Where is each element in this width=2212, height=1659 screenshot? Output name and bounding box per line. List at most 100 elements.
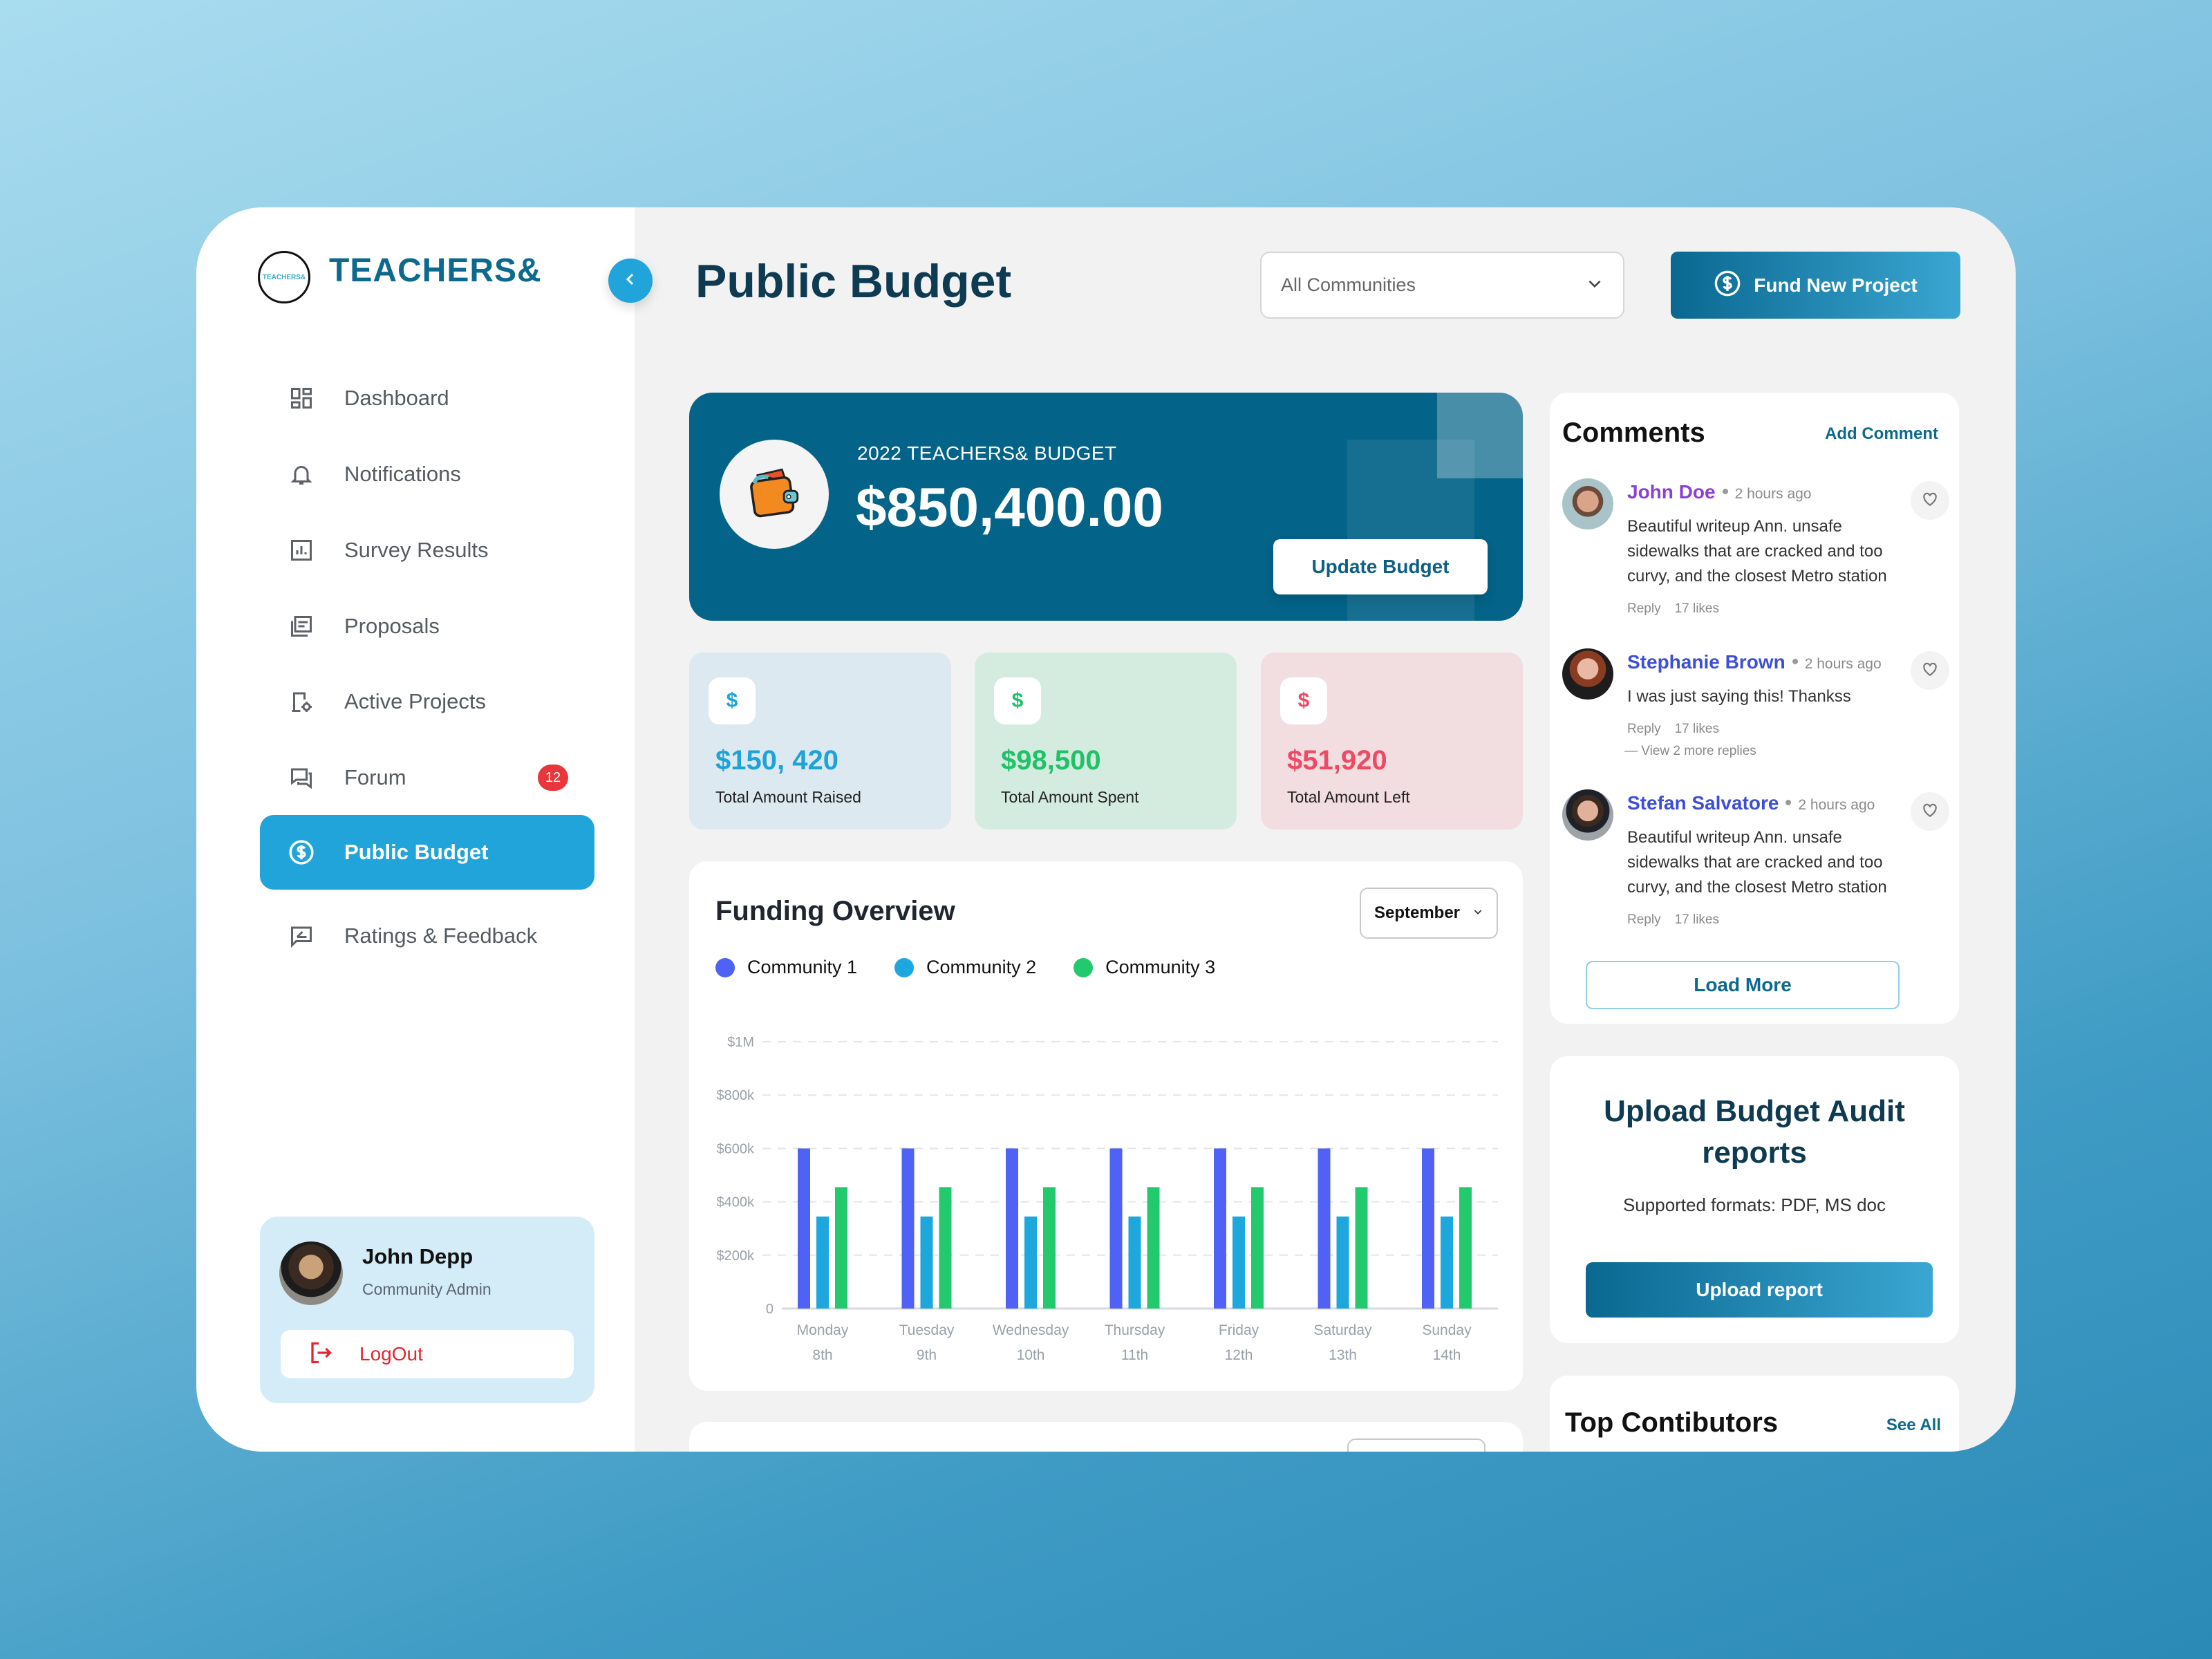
comment-header: Stephanie Brown 2 hours ago (1627, 651, 1882, 673)
likes-count: 17 likes (1674, 601, 1719, 616)
comment-item: Stephanie Brown 2 hours ago I was just s… (1562, 648, 1949, 766)
stat-value: $98,500 (1001, 745, 1101, 776)
update-budget-button[interactable]: Update Budget (1273, 539, 1488, 594)
budget-amount: $850,400.00 (856, 476, 1163, 538)
funding-bar-chart: 0 $200k $400k $600k $800k $1M Monday 8th Tuesday… (717, 1035, 1498, 1363)
brand-name: TEACHERS& (329, 252, 542, 289)
heart-icon (1921, 801, 1939, 823)
dollar-circle-icon (1714, 270, 1741, 301)
y-tick-label: $800k (717, 1088, 755, 1103)
bar-community-2 (1128, 1216, 1141, 1309)
dollar-icon: $ (1280, 677, 1327, 724)
comment-item: John Doe 2 hours ago Beautiful writeup A… (1562, 478, 1949, 624)
x-tick-label: Saturday (1313, 1322, 1372, 1338)
view-more-replies-link[interactable]: — View 2 more replies (1624, 744, 1756, 759)
dollar-icon: $ (994, 677, 1041, 724)
x-tick-label: Tuesday (899, 1322, 955, 1338)
sidebar-item-proposals[interactable]: Proposals (260, 589, 594, 664)
commenter-name[interactable]: Stefan Salvatore (1627, 792, 1779, 814)
funding-overview-card: Funding Overview September Community 1 Co… (689, 861, 1523, 1391)
comment-text: Beautiful writeup Ann. unsafe sidewalks … (1627, 828, 1887, 897)
commenter-name[interactable]: John Doe (1627, 481, 1716, 503)
x-tick-label: Friday (1219, 1322, 1259, 1338)
upload-report-button[interactable]: Upload report (1586, 1262, 1933, 1318)
y-tick-label: 0 (766, 1302, 774, 1317)
collapse-sidebar-button[interactable] (608, 259, 653, 303)
reply-link[interactable]: Reply (1627, 601, 1661, 617)
x-tick-label: Sunday (1422, 1322, 1472, 1338)
commenter-avatar (1562, 648, 1613, 700)
comment-time: 2 hours ago (1734, 486, 1812, 502)
user-profile-card: John Depp Community Admin LogOut (260, 1217, 594, 1403)
top-contributors-title: Top Contibutors (1565, 1407, 1779, 1438)
budget-caption: 2022 TEACHERS& BUDGET (857, 442, 1117, 464)
x-tick-sublabel: 8th (812, 1347, 832, 1363)
x-tick-sublabel: 12th (1225, 1347, 1253, 1363)
reply-link[interactable]: Reply (1627, 722, 1661, 737)
comments-card: Comments Add Comment John Doe 2 hours ag… (1550, 393, 1959, 1024)
sidebar-item-notifications[interactable]: Notifications (260, 437, 594, 512)
sidebar-item-ratings-feedback[interactable]: Ratings & Feedback (260, 899, 594, 973)
add-comment-link[interactable]: Add Comment (1825, 424, 1938, 444)
sidebar-item-public-budget[interactable]: Public Budget (260, 815, 594, 890)
project-settings-icon (288, 688, 315, 715)
forum-badge: 12 (538, 765, 568, 791)
sidebar-item-active-projects[interactable]: Active Projects (260, 664, 594, 739)
comment-time: 2 hours ago (1804, 656, 1882, 672)
load-more-button[interactable]: Load More (1586, 961, 1900, 1009)
stat-value: $51,920 (1287, 745, 1387, 776)
bar-community-3 (1043, 1187, 1056, 1309)
like-button[interactable] (1911, 651, 1949, 690)
bar-community-1 (1318, 1148, 1331, 1309)
secondary-card (689, 1422, 1523, 1452)
stat-card-left: $ $51,920 Total Amount Left (1261, 653, 1523, 830)
heart-icon (1921, 660, 1939, 682)
y-tick-label: $400k (717, 1195, 755, 1210)
page-title: Public Budget (695, 255, 1012, 308)
like-button[interactable] (1911, 481, 1949, 520)
stat-label: Total Amount Raised (715, 788, 861, 806)
user-name: John Depp (362, 1244, 474, 1268)
comment-actions: Reply 17 likes (1627, 601, 1719, 617)
like-button[interactable] (1911, 792, 1949, 831)
brand-logo: TEACHERS& (258, 251, 310, 303)
community-select[interactable]: All Communities (1260, 252, 1624, 319)
comment-header: Stefan Salvatore 2 hours ago (1627, 792, 1875, 814)
wallet-icon (743, 462, 805, 527)
bar-community-2 (816, 1216, 829, 1309)
sidebar-item-survey-results[interactable]: Survey Results (260, 513, 594, 588)
bar-community-3 (1251, 1187, 1264, 1309)
bar-community-2 (920, 1216, 933, 1309)
avatar (279, 1241, 343, 1305)
commenter-avatar (1562, 789, 1613, 841)
stat-value: $150, 420 (715, 745, 838, 776)
commenter-avatar (1562, 478, 1613, 529)
brand-logo-text: TEACHERS& (262, 273, 306, 281)
y-tick-label: $600k (717, 1141, 755, 1156)
reply-link[interactable]: Reply (1627, 912, 1661, 928)
documents-icon (288, 612, 315, 640)
budget-hero-card: 2022 TEACHERS& BUDGET $850,400.00 Update… (689, 393, 1523, 621)
x-tick-label: Thursday (1105, 1322, 1165, 1338)
secondary-card-select[interactable] (1347, 1438, 1485, 1452)
commenter-name[interactable]: Stephanie Brown (1627, 651, 1785, 673)
heart-icon (1921, 490, 1939, 512)
bar-community-2 (1024, 1216, 1037, 1309)
x-tick-sublabel: 11th (1121, 1347, 1148, 1363)
separator-dot (1722, 489, 1728, 494)
x-tick-sublabel: 13th (1329, 1347, 1357, 1363)
separator-dot (1785, 800, 1792, 805)
see-all-link[interactable]: See All (1886, 1416, 1941, 1435)
sidebar-item-forum[interactable]: Forum 12 (260, 740, 594, 815)
bar-community-2 (1336, 1216, 1349, 1309)
dashboard-icon (288, 384, 315, 412)
bell-icon (288, 460, 315, 488)
comments-title: Comments (1562, 418, 1705, 448)
logout-button[interactable]: LogOut (281, 1330, 574, 1378)
sidebar-item-dashboard[interactable]: Dashboard (260, 361, 594, 435)
fund-new-project-button[interactable]: Fund New Project (1671, 252, 1960, 319)
sidebar: TEACHERS& TEACHERS& Dashboard Notificati… (196, 207, 635, 1452)
user-role: Community Admin (362, 1280, 491, 1298)
x-tick-sublabel: 10th (1017, 1347, 1045, 1363)
bar-community-1 (901, 1148, 915, 1309)
